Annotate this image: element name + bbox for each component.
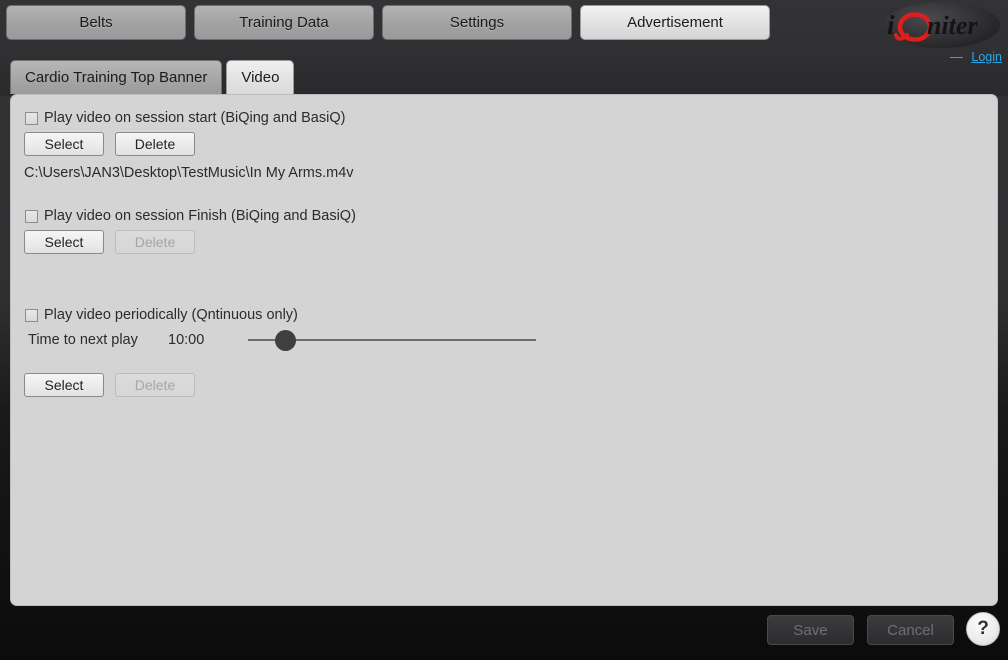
session-start-checkbox[interactable] [25,111,38,125]
session-start-delete-label: Delete [134,136,176,152]
cancel-button: Cancel [867,615,954,645]
periodic-button-row: Select Delete [24,373,195,397]
save-button-label: Save [793,621,828,639]
tab-training-data[interactable]: Training Data [194,5,374,40]
svg-text:niter: niter [927,11,978,40]
session-start-file-path: C:\Users\JAN3\Desktop\TestMusic\In My Ar… [24,165,354,181]
tab-advertisement-label: Advertisement [627,14,723,31]
session-finish-label: Play video on session Finish (BiQing and… [44,208,356,224]
session-start-label: Play video on session start (BiQing and … [44,110,346,126]
tab-belts[interactable]: Belts [6,5,186,40]
session-start-button-row: Select Delete [24,132,195,156]
time-to-next-play-value: 10:00 [168,332,205,348]
main-tab-bar: Belts Training Data Settings Advertiseme… [6,5,770,40]
session-finish-button-row: Select Delete [24,230,195,254]
periodic-label: Play video periodically (Qntinuous only) [44,307,298,323]
periodic-select-label: Select [44,377,84,393]
tab-settings-label: Settings [449,14,505,31]
periodic-delete-label: Delete [134,377,176,393]
session-start-checkbox-row: Play video on session start (BiQing and … [25,110,345,126]
session-finish-delete-label: Delete [134,234,176,250]
help-icon[interactable]: ? [966,612,1000,646]
footer-button-group: Save Cancel [767,615,954,645]
tab-settings[interactable]: Settings [382,5,572,40]
svg-text:i: i [887,10,895,40]
session-finish-select-button[interactable]: Select [24,230,104,254]
slider-thumb[interactable] [274,330,296,351]
session-finish-select-label: Select [44,234,84,250]
footer-bar: Save Cancel ? [0,606,1008,660]
cancel-button-label: Cancel [887,621,934,639]
tab-belts-label: Belts [79,14,113,31]
time-to-next-play-slider[interactable] [248,329,536,351]
sub-tab-cardio-training-top-banner[interactable]: Cardio Training Top Banner [10,60,223,94]
save-button: Save [767,615,854,645]
application-window: Belts Training Data Settings Advertiseme… [0,0,1008,660]
periodic-checkbox-row: Play video periodically (Qntinuous only) [25,307,298,323]
time-to-next-play-row: Time to next play 10:00 [28,329,536,351]
session-start-select-button[interactable]: Select [24,132,104,156]
login-divider: _ [950,56,964,58]
logo-wordmark: i niter [876,0,1004,52]
tab-training-data-label: Training Data [239,14,329,31]
session-start-delete-button[interactable]: Delete [115,132,195,156]
sub-tab-cardio-label: Cardio Training Top Banner [25,69,208,86]
periodic-select-button[interactable]: Select [24,373,104,397]
periodic-delete-button: Delete [115,373,195,397]
content-panel: Play video on session start (BiQing and … [10,94,998,606]
session-finish-checkbox[interactable] [25,209,38,223]
sub-tab-video-label: Video [241,69,280,86]
time-to-next-play-label: Time to next play [28,332,138,348]
logo-icon: i niter [887,10,978,42]
login-link[interactable]: Login [971,50,1002,64]
login-area: _ Login [950,50,1002,64]
tab-advertisement[interactable]: Advertisement [580,5,770,40]
sub-tab-bar: Cardio Training Top Banner Video [10,60,295,94]
session-finish-delete-button: Delete [115,230,195,254]
session-start-select-label: Select [44,136,84,152]
sub-tab-video[interactable]: Video [226,60,295,94]
session-finish-checkbox-row: Play video on session Finish (BiQing and… [25,208,356,224]
periodic-checkbox[interactable] [25,308,38,322]
help-icon-label: ? [977,618,989,639]
brand-logo: i niter [876,0,1004,52]
